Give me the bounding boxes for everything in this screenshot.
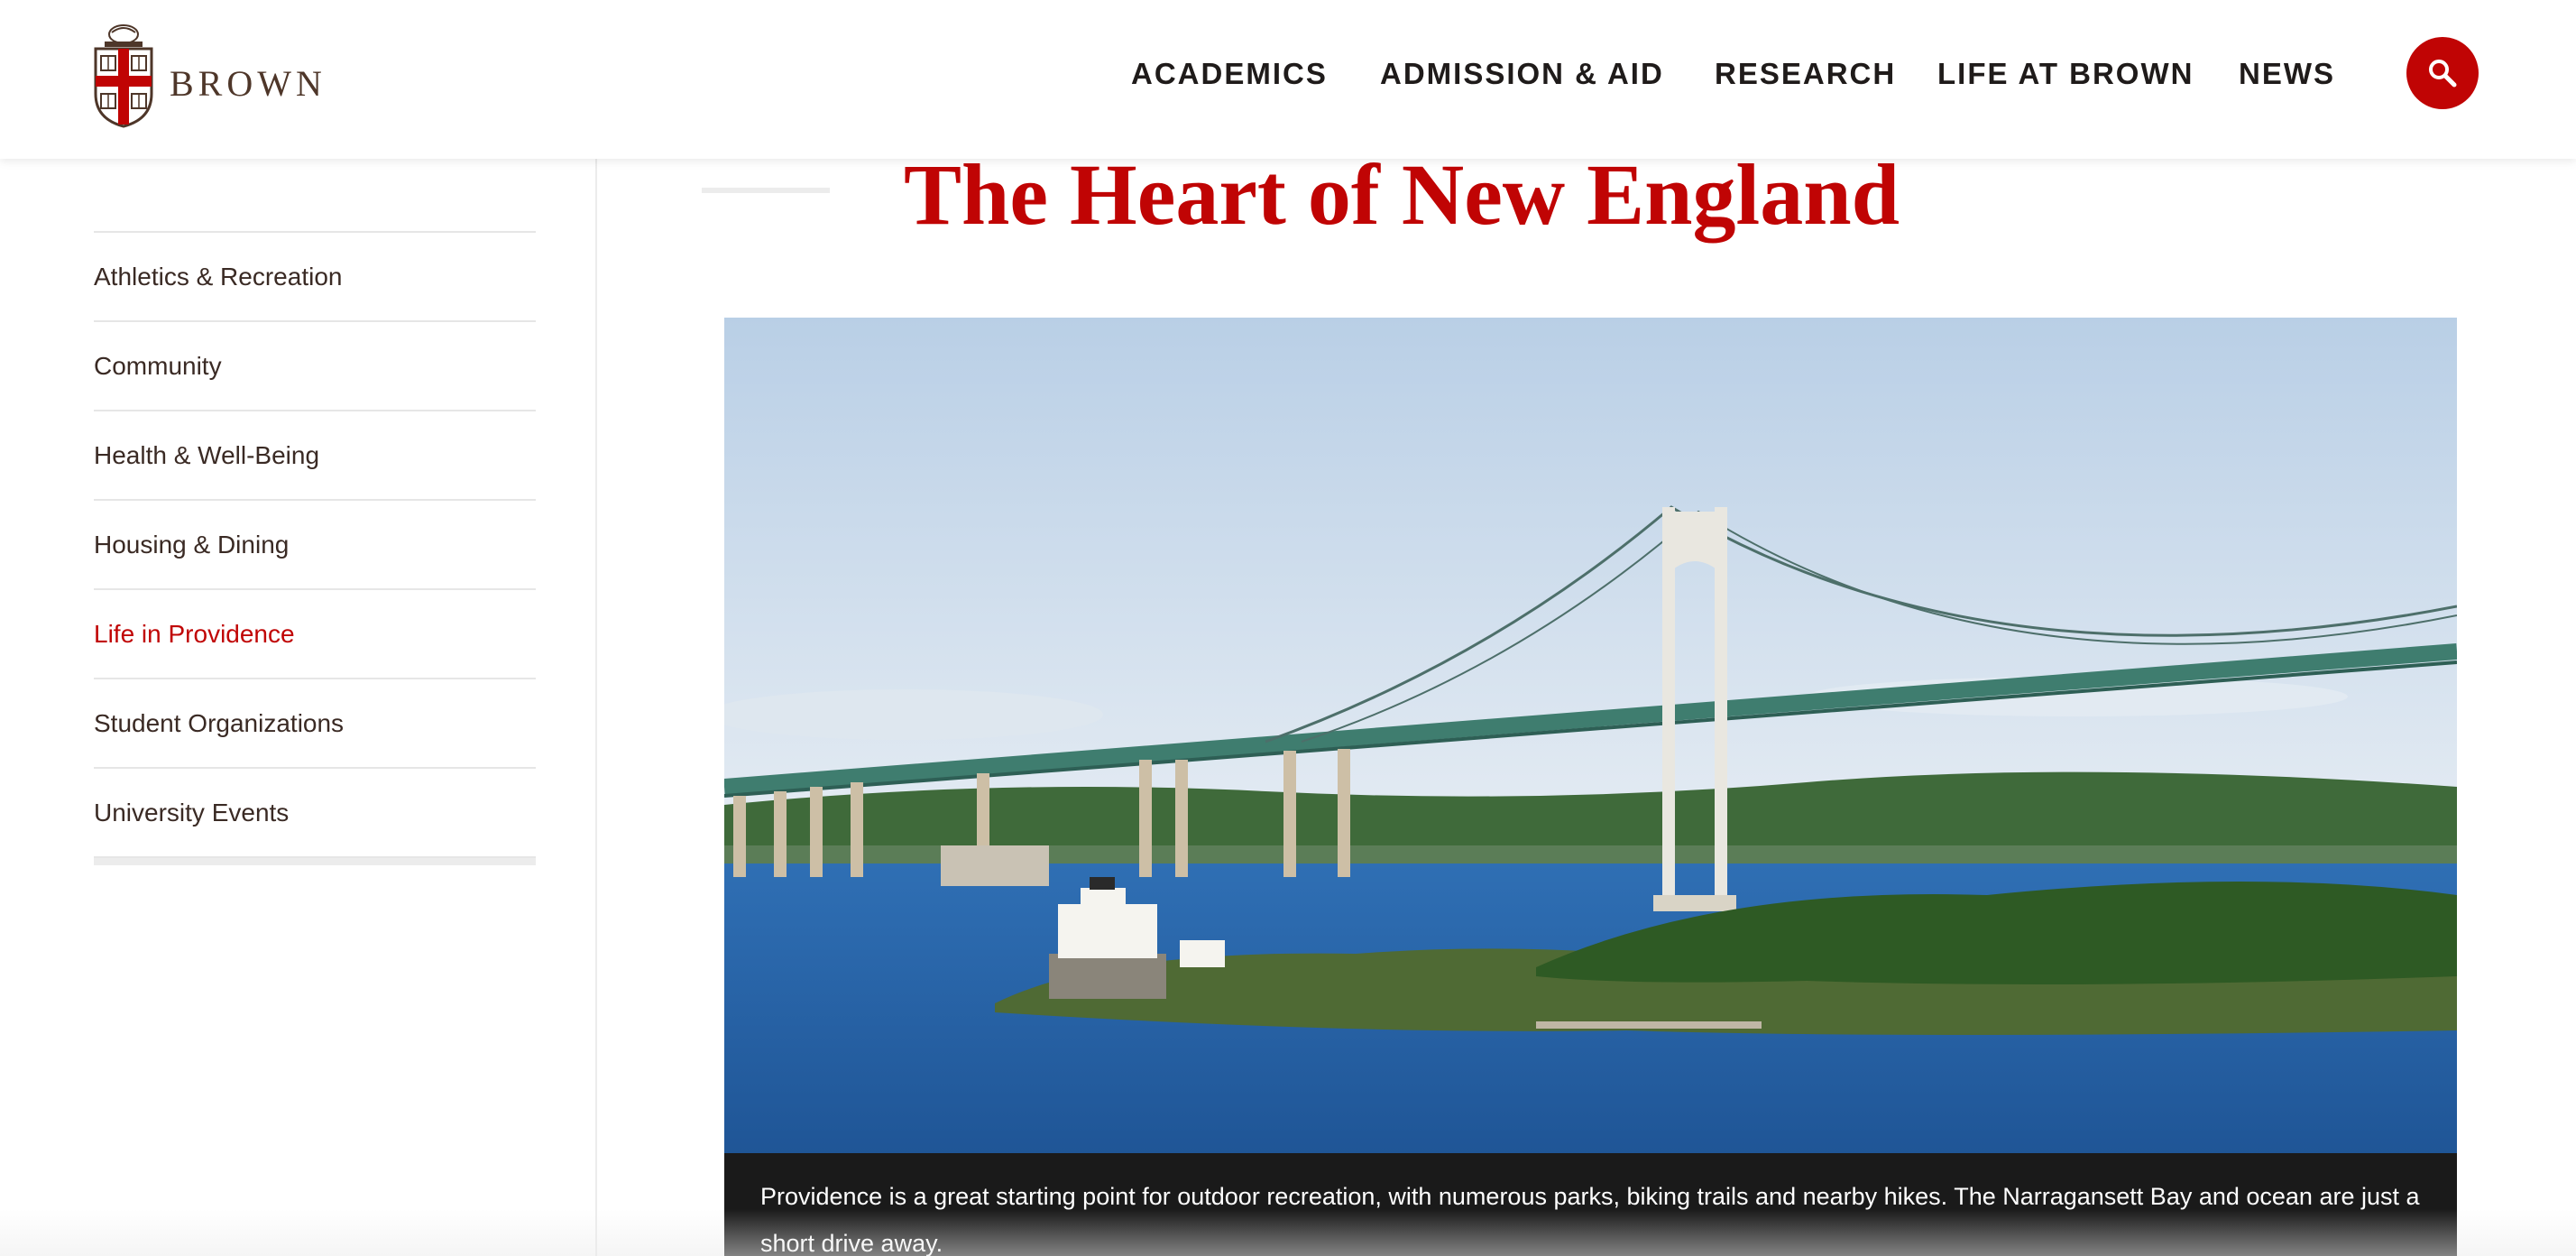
search-button[interactable] xyxy=(2406,37,2479,109)
sidebar-item-community[interactable]: Community xyxy=(94,322,536,411)
section-sidebar: Athletics & Recreation Community Health … xyxy=(0,159,597,1256)
sidebar-item-life-in-providence[interactable]: Life in Providence xyxy=(94,590,536,679)
sidebar-item-health-well-being[interactable]: Health & Well-Being xyxy=(94,411,536,501)
sidebar-item-student-organizations[interactable]: Student Organizations xyxy=(94,679,536,769)
site-header: BROWN ACADEMICS ADMISSION & AID RESEARCH… xyxy=(0,0,2576,159)
nav-news[interactable]: NEWS xyxy=(2239,52,2335,96)
title-rule xyxy=(702,188,830,193)
search-icon xyxy=(2429,60,2457,88)
hero-caption: Providence is a great starting point for… xyxy=(724,1153,2457,1256)
nav-life-at-brown[interactable]: LIFE AT BROWN xyxy=(1937,52,2194,96)
main-nav: ACADEMICS ADMISSION & AID RESEARCH LIFE … xyxy=(0,52,2576,96)
sidebar-nav: Athletics & Recreation Community Health … xyxy=(94,231,536,865)
sidebar-item-university-events[interactable]: University Events xyxy=(94,769,536,858)
sidebar-item-athletics-recreation[interactable]: Athletics & Recreation xyxy=(94,233,536,322)
nav-admission-aid[interactable]: ADMISSION & AID xyxy=(1380,52,1664,96)
hero-image xyxy=(724,318,2457,1157)
sidebar-item-housing-dining[interactable]: Housing & Dining xyxy=(94,501,536,590)
nav-academics[interactable]: ACADEMICS xyxy=(1131,52,1328,96)
sidebar-end-rule xyxy=(94,858,536,865)
nav-research[interactable]: RESEARCH xyxy=(1715,52,1896,96)
